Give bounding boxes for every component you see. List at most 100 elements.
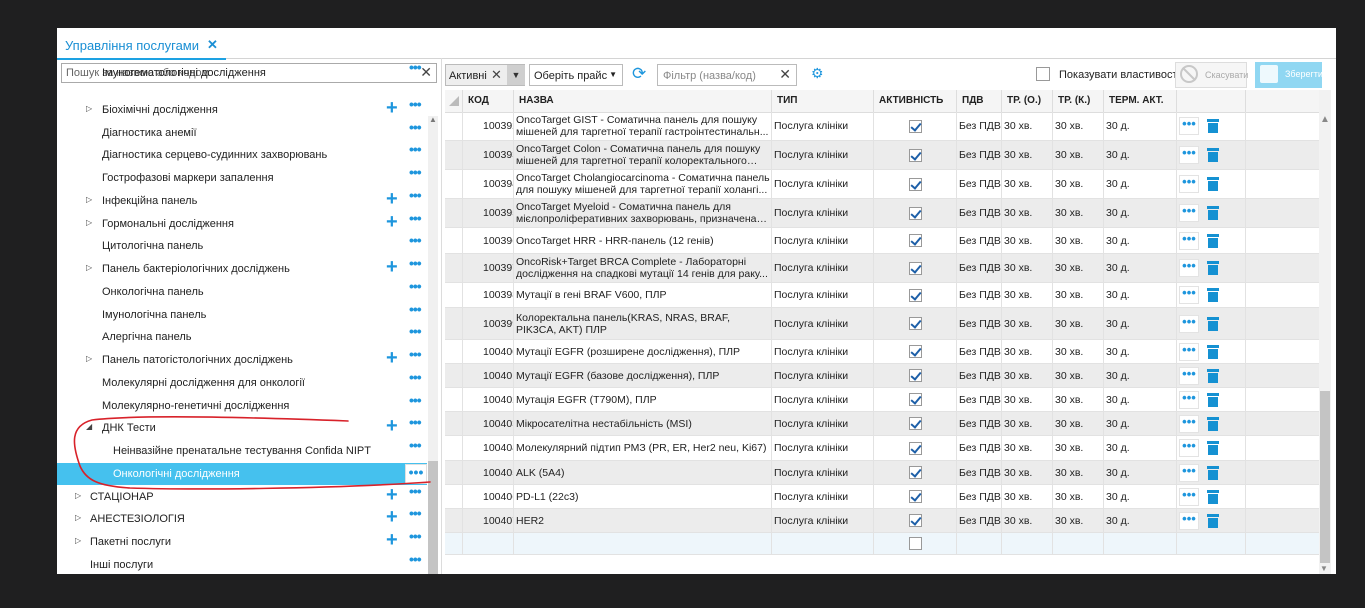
row-more-icon[interactable]: •••	[1179, 511, 1199, 530]
new-row-cell[interactable]	[445, 533, 463, 554]
tree-item[interactable]: Імунологічна панель •••	[57, 301, 427, 326]
cancel-button[interactable]: Скасувати	[1175, 62, 1248, 88]
tree-item[interactable]: ▷ Панель бактеріологічних досліджень + •••	[57, 255, 427, 280]
refresh-icon[interactable]: ⟳	[632, 64, 646, 84]
tree-item[interactable]: Діагностика серцево-судинних захворювань…	[57, 141, 427, 166]
row-header[interactable]	[445, 461, 463, 484]
status-filter-clear-icon[interactable]: ✕	[491, 67, 502, 83]
expand-arrow-icon[interactable]: ▷	[75, 536, 81, 545]
more-icon[interactable]: •••	[409, 551, 422, 567]
tab-services[interactable]: Управління послугами ✕	[57, 32, 226, 60]
tree-item[interactable]: Неінвазійне пренатальне тестування Confi…	[57, 437, 427, 462]
active-checkbox[interactable]	[908, 466, 922, 479]
more-icon[interactable]: •••	[409, 96, 422, 112]
row-header[interactable]	[445, 170, 463, 198]
more-icon[interactable]: •••	[409, 119, 422, 135]
tree-item[interactable]: ▷ АНЕСТЕЗІОЛОГІЯ + •••	[57, 505, 427, 530]
row-more-icon[interactable]: •••	[1179, 414, 1199, 433]
active-checkbox[interactable]	[908, 345, 922, 358]
show-properties-checkbox[interactable]	[1036, 67, 1050, 81]
row-more-icon[interactable]: •••	[1179, 231, 1199, 250]
table-row[interactable]: 100403Мікросателітна нестабільність (MSI…	[445, 412, 1320, 436]
more-icon[interactable]: •••	[409, 437, 422, 453]
table-row[interactable]: 100399Колоректальна панель(KRAS, NRAS, B…	[445, 308, 1320, 340]
delete-trash-icon[interactable]	[1207, 441, 1219, 455]
row-header[interactable]	[445, 412, 463, 435]
row-header[interactable]	[445, 199, 463, 227]
tree-item[interactable]: Діагностика анемії •••	[57, 119, 427, 144]
grid-scroll-down-icon[interactable]: ▼	[1320, 564, 1328, 573]
save-button[interactable]: Зберегти	[1255, 62, 1323, 88]
row-more-icon[interactable]: •••	[1179, 259, 1199, 277]
new-row-cell[interactable]	[874, 533, 957, 554]
more-icon[interactable]: •••	[409, 392, 422, 408]
add-icon[interactable]: +	[386, 415, 398, 437]
row-header[interactable]	[445, 364, 463, 387]
row-more-icon[interactable]: •••	[1179, 175, 1199, 193]
row-header[interactable]	[445, 340, 463, 363]
settings-gears-icon[interactable]: ⚙	[811, 65, 824, 82]
row-more-icon[interactable]: •••	[1179, 487, 1199, 506]
more-icon[interactable]: •••	[409, 505, 422, 521]
row-header[interactable]	[445, 308, 463, 339]
active-checkbox[interactable]	[908, 148, 922, 162]
more-icon[interactable]: •••	[409, 59, 422, 75]
more-icon[interactable]: •••	[409, 255, 422, 271]
row-header[interactable]	[445, 436, 463, 460]
price-select[interactable]: Оберіть прайс ▼	[529, 64, 623, 86]
delete-trash-icon[interactable]	[1207, 392, 1219, 407]
table-row[interactable]: 100405ALK (5A4)Послуга клінікиБез ПДВ30 …	[445, 461, 1320, 485]
delete-trash-icon[interactable]	[1207, 233, 1219, 248]
tree-item[interactable]: ▷ Гормональні дослідження + •••	[57, 210, 427, 235]
new-row-active-checkbox[interactable]	[908, 537, 922, 550]
delete-trash-icon[interactable]	[1207, 465, 1219, 480]
status-filter-dropdown-icon[interactable]: ▼	[507, 65, 525, 85]
collapse-arrow-icon[interactable]: ◢	[86, 422, 92, 431]
col-name[interactable]: НАЗВА	[514, 90, 772, 112]
grid-scrollbar[interactable]: ▲ ▼	[1319, 90, 1331, 574]
row-more-icon[interactable]: •••	[1179, 390, 1199, 409]
row-header[interactable]	[445, 112, 463, 140]
add-icon[interactable]: +	[386, 347, 398, 369]
expand-arrow-icon[interactable]: ▷	[86, 218, 92, 227]
more-icon[interactable]: •••	[409, 187, 422, 203]
add-icon[interactable]: +	[386, 211, 398, 233]
row-more-icon[interactable]: •••	[1179, 286, 1199, 304]
tree-item[interactable]: Імуногематологічні дослідження •••	[57, 59, 427, 84]
select-all-corner[interactable]	[445, 90, 463, 112]
more-icon[interactable]: •••	[409, 164, 422, 180]
more-icon[interactable]: •••	[409, 278, 422, 294]
table-row[interactable]: 100406PD-L1 (22c3) Послуга клініки Без ПДВ…	[445, 485, 1320, 509]
active-checkbox[interactable]	[908, 490, 922, 503]
tree-item[interactable]: Онкологічна панель •••	[57, 278, 427, 303]
more-icon[interactable]: •••	[409, 210, 422, 226]
row-more-icon[interactable]: •••	[1179, 342, 1199, 361]
tree-item[interactable]: Алергічна панель •••	[57, 323, 427, 348]
row-more-icon[interactable]: •••	[1179, 439, 1199, 457]
tree-item[interactable]: ▷ Пакетні послуги + •••	[57, 528, 427, 553]
row-more-icon[interactable]: •••	[1179, 314, 1199, 333]
row-more-icon[interactable]: •••	[1179, 117, 1199, 135]
add-icon[interactable]: +	[386, 506, 398, 528]
new-row-cell[interactable]	[772, 533, 874, 554]
new-row[interactable]	[445, 533, 1320, 555]
active-checkbox[interactable]	[908, 441, 922, 455]
table-row[interactable]: 100394OncoTarget Cholangiocarcinoma - Со…	[445, 170, 1320, 199]
table-row[interactable]: 100407HER2Послуга клінікиБез ПДВ30 хв.30…	[445, 509, 1320, 533]
new-row-cell[interactable]	[1104, 533, 1177, 554]
new-row-cell[interactable]	[1053, 533, 1104, 554]
active-checkbox[interactable]	[908, 119, 922, 133]
tree-item[interactable]: Інші послуги •••	[57, 551, 427, 574]
col-term[interactable]: ТЕРМ. АКТ.	[1104, 90, 1177, 112]
tree-item[interactable]: Гострофазові маркери запалення •••	[57, 164, 427, 189]
row-more-icon[interactable]: •••	[1179, 204, 1199, 222]
add-icon[interactable]: +	[386, 484, 398, 506]
row-header[interactable]	[445, 509, 463, 532]
table-row[interactable]: 100397OncoRisk+Target BRCA Complete - Ла…	[445, 254, 1320, 283]
delete-trash-icon[interactable]	[1207, 206, 1219, 220]
col-time-k[interactable]: ТР. (К.)	[1053, 90, 1104, 112]
more-icon[interactable]: •••	[405, 463, 427, 484]
col-code[interactable]: КОД	[463, 90, 514, 112]
more-icon[interactable]: •••	[409, 483, 422, 499]
more-icon[interactable]: •••	[409, 414, 422, 430]
